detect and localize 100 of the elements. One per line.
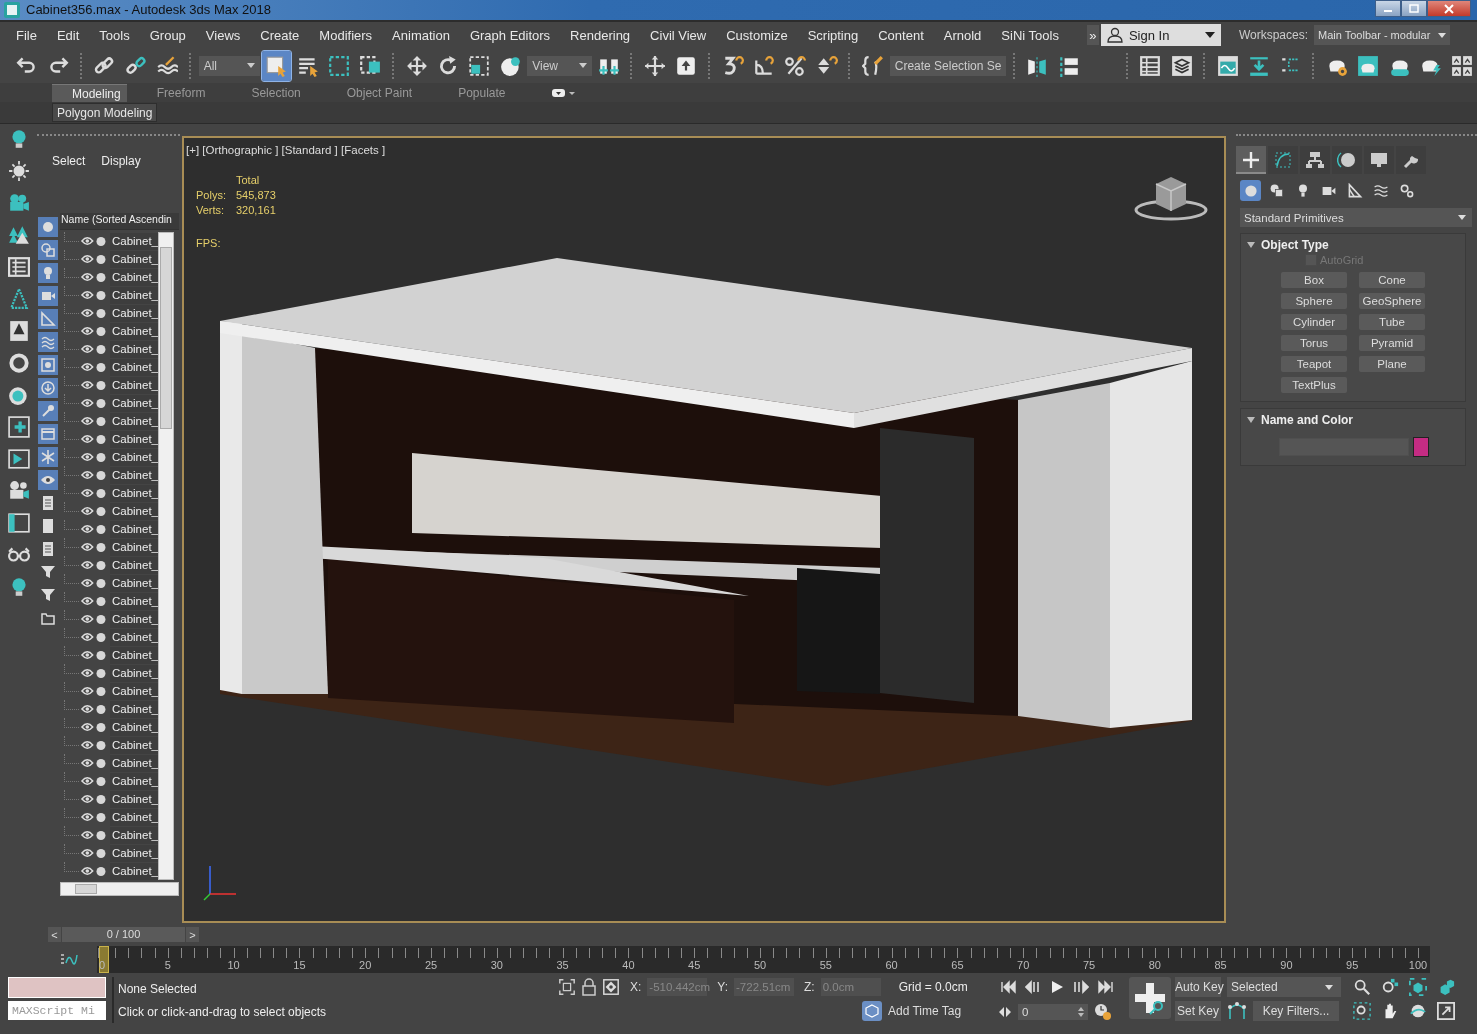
object-name[interactable]: Cabinet_ (109, 250, 158, 268)
object-name[interactable]: Cabinet_ (109, 772, 158, 790)
menu-item[interactable]: Customize (716, 27, 798, 43)
frame-number: 35 (556, 959, 569, 972)
object-name[interactable]: Cabinet_ (109, 646, 158, 664)
sign-in-dropdown[interactable]: Sign In (1100, 24, 1221, 47)
object-name[interactable]: Cabinet_ (109, 844, 158, 862)
key-mode-dropdown[interactable]: Selected (1227, 977, 1341, 998)
object-name[interactable]: Cabinet_ (109, 628, 158, 646)
ribbon-tab[interactable]: Modeling (52, 84, 127, 103)
viewport[interactable]: [+] [Orthographic ] [Standard ] [Facets ] Total Polys: 545,873 Verts: 320,161 FPS: (182, 136, 1226, 924)
time-slider[interactable]: 0 / 100 (62, 927, 185, 943)
menu-item[interactable]: Content (868, 27, 934, 43)
add-time-tag-button[interactable]: Add Time Tag (862, 1001, 962, 1022)
menu-item[interactable]: Tools (89, 27, 140, 43)
primitive-button[interactable]: Teapot (1281, 356, 1347, 373)
ribbon-tab[interactable]: Object Paint (346, 84, 445, 103)
timeline-ruler[interactable]: 0 5 10 15 20 25 30 35 40 45 50 55 60 65 70 75 80 85 90 95 100 (97, 946, 1430, 974)
ribbon-tab[interactable]: Freeform (156, 84, 238, 103)
frame-number: 75 (1082, 959, 1096, 972)
explorer-menu[interactable]: Select (52, 152, 86, 171)
menu-item[interactable]: Edit (46, 27, 90, 43)
object-name[interactable]: Cabinet_ (109, 376, 158, 394)
key-filters-button[interactable]: Key Filters... (1253, 1001, 1339, 1022)
toolbar-dropdown[interactable]: View (527, 55, 592, 76)
primitive-button[interactable]: Sphere (1281, 293, 1347, 310)
primitive-button[interactable]: TextPlus (1281, 377, 1347, 394)
object-name[interactable]: Cabinet_ (109, 430, 158, 448)
object-name[interactable]: Cabinet_ (109, 754, 158, 772)
primitive-button[interactable]: Plane (1359, 356, 1425, 373)
object-name[interactable]: Cabinet_ (109, 394, 158, 412)
object-name[interactable]: Cabinet_ (109, 340, 158, 358)
object-name[interactable]: Cabinet_ (109, 574, 158, 592)
object-name[interactable]: Cabinet_ (109, 232, 158, 250)
object-name[interactable]: Cabinet_ (109, 538, 158, 556)
object-name[interactable]: Cabinet_ (109, 466, 158, 484)
menu-overflow-button[interactable]: » (1086, 25, 1099, 46)
toolbar-dropdown[interactable]: All (198, 55, 260, 76)
category-dropdown[interactable]: Standard Primitives (1240, 208, 1472, 228)
object-name[interactable]: Cabinet_ (109, 520, 158, 538)
menu-item[interactable]: Civil View (640, 27, 717, 43)
object-name[interactable]: Cabinet_ (109, 484, 158, 502)
rollout-header[interactable]: Name and Color (1241, 409, 1359, 430)
menu-item[interactable]: Animation (382, 27, 460, 43)
primitive-button[interactable]: Torus (1281, 335, 1347, 352)
menu-item[interactable]: Create (250, 27, 310, 43)
menu-item[interactable]: SiNi Tools (991, 27, 1069, 43)
object-name[interactable]: Cabinet_ (109, 790, 158, 808)
object-name[interactable]: Cabinet_ (109, 610, 158, 628)
primitive-button[interactable]: Pyramid (1359, 335, 1425, 352)
object-name[interactable]: Cabinet_ (109, 718, 158, 736)
menu-item[interactable]: Modifiers (309, 27, 383, 43)
primitive-button[interactable]: Tube (1359, 314, 1425, 331)
object-name[interactable]: Cabinet_ (109, 412, 158, 430)
current-frame-field[interactable]: 0 (1018, 1004, 1088, 1021)
menu-item[interactable]: File (6, 27, 47, 43)
toolbar-dropdown[interactable]: Create Selection Se (889, 55, 1006, 76)
stat-value: 320,161 (236, 204, 276, 217)
object-name[interactable]: Cabinet_ (109, 862, 158, 880)
explorer-menu[interactable]: Display (101, 152, 141, 171)
next-frame-button[interactable]: > (186, 927, 199, 943)
menu-item[interactable]: Rendering (560, 27, 641, 43)
workspaces-dropdown[interactable]: Main Toolbar - modular (1314, 25, 1451, 46)
object-name[interactable]: Cabinet_ (109, 826, 158, 844)
object-name[interactable]: Cabinet_ (109, 448, 158, 466)
menu-item[interactable]: Group (139, 27, 196, 43)
object-name[interactable]: Cabinet_ (109, 358, 158, 376)
set-key-button[interactable]: Set Key (1175, 1001, 1221, 1022)
frame-number: 80 (1148, 959, 1161, 972)
primitive-button[interactable]: Box (1281, 272, 1347, 289)
ribbon-tab[interactable]: Selection (251, 84, 333, 103)
ribbon-tab[interactable]: Populate (458, 84, 538, 103)
menu-item[interactable]: Graph Editors (459, 27, 561, 43)
frame-number: 65 (951, 959, 964, 972)
menu-item[interactable]: Views (195, 27, 251, 43)
primitive-button[interactable]: Cylinder (1281, 314, 1347, 331)
frame-number: 70 (1017, 959, 1030, 972)
viewport-label[interactable]: [+] [Orthographic ] [Standard ] [Facets ] (186, 144, 386, 157)
object-name[interactable]: Cabinet_ (109, 268, 158, 286)
object-name[interactable]: Cabinet_ (109, 592, 158, 610)
object-name[interactable]: Cabinet_ (109, 502, 158, 520)
object-name[interactable]: Cabinet_ (109, 322, 158, 340)
object-name[interactable]: Cabinet_ (109, 736, 158, 754)
primitive-button[interactable]: GeoSphere (1359, 293, 1425, 310)
menu-item[interactable]: Arnold (933, 27, 992, 43)
previous-frame-button[interactable]: < (48, 927, 61, 943)
object-name[interactable]: Cabinet_ (109, 808, 158, 826)
object-name[interactable]: Cabinet_ (109, 700, 158, 718)
object-name[interactable]: Cabinet_ (109, 304, 158, 322)
object-name[interactable]: Cabinet_ (109, 286, 158, 304)
primitive-button[interactable]: Cone (1359, 272, 1425, 289)
menu-item[interactable]: Scripting (797, 27, 869, 43)
ribbon-panel-tab[interactable]: Polygon Modeling (52, 103, 158, 123)
object-name[interactable]: Cabinet_ (109, 664, 158, 682)
frame-number: 100 (1408, 959, 1428, 972)
object-name[interactable]: Cabinet_ (109, 556, 158, 574)
column-header[interactable]: Name (Sorted Ascendin (60, 213, 179, 231)
rollout-header[interactable]: Object Type (1241, 234, 1335, 255)
object-name[interactable]: Cabinet_ (109, 682, 158, 700)
workspaces-label: Workspaces: (1238, 28, 1309, 43)
